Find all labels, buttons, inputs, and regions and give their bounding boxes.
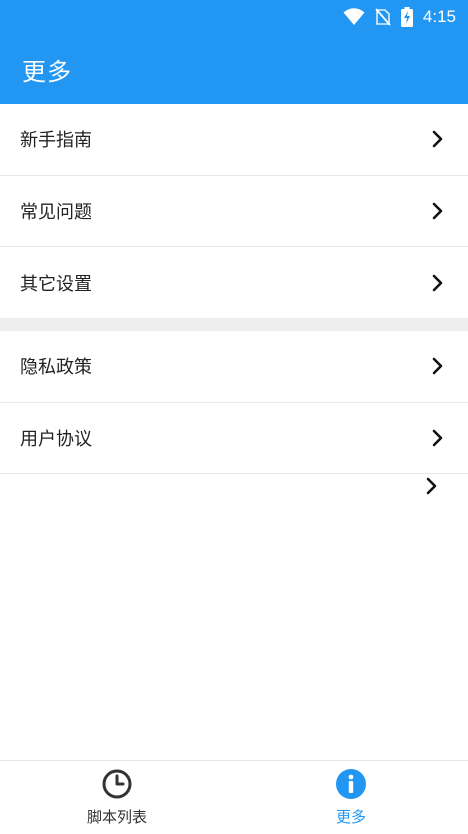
info-icon [335, 768, 367, 804]
bottom-nav: 脚本列表 更多 [0, 760, 468, 834]
chevron-right-icon [432, 130, 444, 148]
menu-item-faq[interactable]: 常见问题 [0, 175, 468, 247]
status-time: 4:15 [422, 7, 456, 26]
menu-item-privacy-policy[interactable]: 隐私政策 [0, 331, 468, 403]
chevron-right-icon [432, 202, 444, 220]
wifi-icon [343, 8, 365, 26]
menu-item-label: 用户协议 [20, 428, 92, 450]
menu-group-legal: 隐私政策 用户协议 [0, 331, 468, 474]
chevron-right-icon [426, 477, 438, 499]
chevron-right-icon [432, 274, 444, 292]
tab-script-list[interactable]: 脚本列表 [0, 761, 234, 834]
no-sim-icon [375, 8, 391, 26]
app-bar: 更多 [0, 34, 468, 104]
menu-item-label: 新手指南 [20, 130, 92, 152]
menu-item-other-settings[interactable]: 其它设置 [0, 247, 468, 319]
battery-charging-icon [400, 7, 413, 27]
menu-group-general: 新手指南 常见问题 其它设置 [0, 104, 468, 319]
menu-item-label: 其它设置 [20, 273, 92, 295]
tab-more[interactable]: 更多 [234, 761, 468, 834]
tab-label: 脚本列表 [86, 808, 147, 826]
chevron-right-icon [432, 429, 444, 447]
clock-icon [101, 768, 133, 804]
page-title: 更多 [22, 57, 72, 86]
menu-item-user-agreement[interactable]: 用户协议 [0, 402, 468, 474]
menu-item-beginner-guide[interactable]: 新手指南 [0, 104, 468, 176]
menu-item-label: 隐私政策 [20, 357, 92, 379]
tab-label: 更多 [335, 808, 366, 826]
menu-item-label: 常见问题 [20, 201, 92, 223]
chevron-right-icon [432, 357, 444, 375]
status-bar: 4:15 [0, 0, 468, 34]
section-separator [0, 318, 468, 331]
menu-item-unlabeled[interactable] [420, 474, 444, 502]
